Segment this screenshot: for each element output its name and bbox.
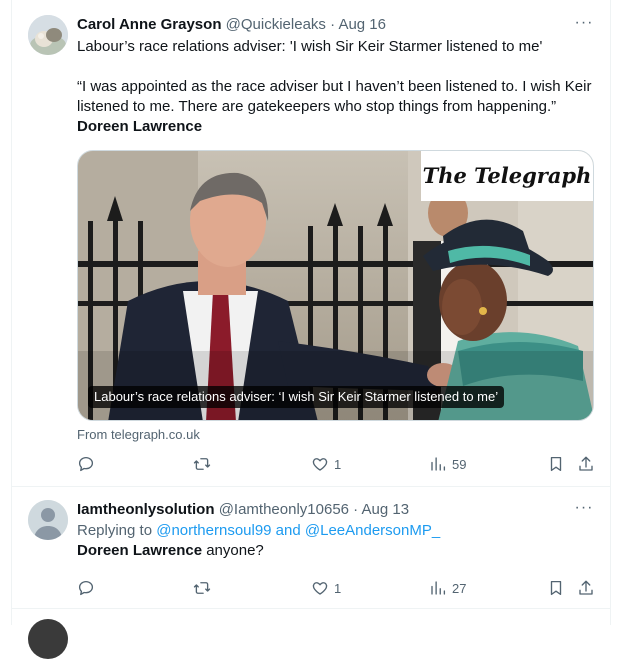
like-count: 1 bbox=[334, 580, 342, 596]
bookmark-button[interactable] bbox=[547, 454, 565, 474]
like-count: 1 bbox=[334, 456, 342, 472]
retweet-icon bbox=[193, 458, 211, 470]
like-icon bbox=[312, 582, 328, 595]
views-icon bbox=[431, 457, 446, 471]
replying-to-line: Replying to @northernsoul99 and @LeeAnde… bbox=[77, 521, 594, 541]
tweet-content: Iamtheonlysolution @Iamtheonly10656 · Au… bbox=[77, 499, 594, 596]
views-button[interactable]: 27 bbox=[429, 578, 466, 598]
views-count: 27 bbox=[452, 580, 467, 596]
tweet-date[interactable]: Aug 16 bbox=[338, 16, 386, 33]
tweet-quote: “I was appointed as the race adviser but… bbox=[77, 78, 592, 115]
like-button[interactable]: 1 bbox=[311, 578, 341, 598]
views-icon bbox=[431, 581, 446, 595]
bookmark-button[interactable] bbox=[547, 578, 565, 598]
share-button[interactable] bbox=[577, 578, 595, 598]
tweet-actions: 1 59 bbox=[77, 454, 594, 474]
tweet[interactable] bbox=[12, 609, 610, 659]
share-button[interactable] bbox=[577, 454, 595, 474]
more-icon[interactable]: ··· bbox=[574, 499, 594, 521]
more-icon[interactable]: ··· bbox=[574, 14, 594, 36]
quote-author: Doreen Lawrence bbox=[77, 118, 203, 135]
reply-icon bbox=[78, 580, 94, 596]
author-name[interactable]: Carol Anne Grayson bbox=[77, 16, 221, 33]
tweet-quote-paragraph: “I was appointed as the race adviser but… bbox=[77, 77, 594, 137]
tweet-text: Labour’s race relations adviser: 'I wish… bbox=[77, 37, 594, 137]
share-icon bbox=[579, 456, 593, 471]
tweet-header: Carol Anne Grayson @Quickieleaks · Aug 1… bbox=[77, 14, 594, 36]
author-name[interactable]: Iamtheonlysolution bbox=[77, 501, 215, 518]
separator: · bbox=[325, 16, 339, 33]
views-count: 59 bbox=[452, 456, 467, 472]
share-icon bbox=[579, 580, 593, 595]
avatar[interactable] bbox=[28, 619, 68, 659]
avatar[interactable] bbox=[28, 500, 68, 540]
tweet-text-rest: anyone? bbox=[202, 542, 264, 559]
views-button[interactable]: 59 bbox=[429, 454, 466, 474]
tweet-header: Iamtheonlysolution @Iamtheonly10656 · Au… bbox=[77, 499, 594, 521]
tweet-date[interactable]: Aug 13 bbox=[362, 501, 410, 518]
bookmark-icon bbox=[550, 456, 562, 472]
retweet-button[interactable] bbox=[193, 454, 216, 474]
link-card-image[interactable]: The Telegraph Labour’s race relations ad… bbox=[77, 150, 594, 421]
card-caption: Labour’s race relations adviser: ‘I wish… bbox=[88, 386, 505, 408]
retweet-icon bbox=[193, 582, 211, 594]
reply-icon bbox=[78, 456, 94, 472]
tweet-headline: Labour’s race relations adviser: 'I wish… bbox=[77, 38, 543, 55]
like-button[interactable]: 1 bbox=[311, 454, 341, 474]
reply-button[interactable] bbox=[77, 578, 100, 598]
reply-button[interactable] bbox=[77, 454, 100, 474]
replying-prefix: Replying to bbox=[77, 522, 157, 539]
tweet-actions: 1 27 bbox=[77, 578, 594, 598]
tweet-text: Doreen Lawrence anyone? bbox=[77, 541, 594, 561]
card-brand-logo: The Telegraph bbox=[421, 151, 593, 201]
author-handle[interactable]: @Iamtheonly10656 bbox=[219, 501, 349, 518]
tweet[interactable]: Carol Anne Grayson @Quickieleaks · Aug 1… bbox=[12, 0, 610, 487]
like-icon bbox=[312, 458, 328, 471]
card-source[interactable]: From telegraph.co.uk bbox=[77, 427, 200, 442]
timeline: Carol Anne Grayson @Quickieleaks · Aug 1… bbox=[11, 0, 611, 659]
tweet[interactable]: Iamtheonlysolution @Iamtheonly10656 · Au… bbox=[12, 487, 610, 609]
tweet-text-bold: Doreen Lawrence bbox=[77, 542, 203, 559]
bookmark-icon bbox=[550, 580, 562, 596]
avatar[interactable] bbox=[28, 15, 68, 55]
tweet-content: Carol Anne Grayson @Quickieleaks · Aug 1… bbox=[77, 14, 594, 472]
replying-to-link[interactable]: @northernsoul99 and @LeeAndersonMP_ bbox=[156, 522, 440, 539]
separator: · bbox=[349, 501, 362, 518]
author-handle[interactable]: @Quickieleaks bbox=[226, 16, 326, 33]
retweet-button[interactable] bbox=[193, 578, 216, 598]
